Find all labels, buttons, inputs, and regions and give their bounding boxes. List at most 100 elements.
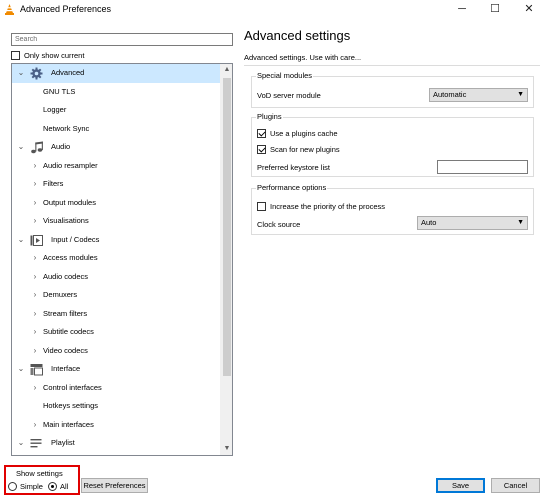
increase-priority-label: Increase the priority of the process: [270, 202, 386, 211]
tree-item-label: Input / Codecs: [51, 234, 100, 244]
tree-item-hotkeys-settings[interactable]: Hotkeys settings: [12, 397, 221, 416]
tree-item-label: Audio codecs: [43, 271, 89, 281]
tree-item-audio[interactable]: ⌄ Audio: [12, 138, 221, 157]
maximize-icon[interactable]: ☐: [478, 0, 512, 19]
tree-item-label: Filters: [43, 179, 64, 188]
tree-item-label: Audio resampler: [43, 160, 98, 170]
all-label: All: [60, 482, 69, 491]
tree-item-network-sync[interactable]: Network Sync: [12, 120, 221, 139]
expand-chevron-icon[interactable]: ›: [30, 286, 40, 305]
playlist-icon: [30, 437, 43, 450]
expand-chevron-icon[interactable]: ⌄: [16, 138, 26, 157]
plugins-group: Plugins Use a plugins cache Scan for new…: [251, 112, 534, 177]
clock-source-select[interactable]: Auto ▼: [417, 216, 528, 230]
tree-items: ⌄ Advanced GNU TLS Logger Network Sync ⌄ Audio…: [12, 64, 221, 453]
checkbox-box[interactable]: [257, 129, 266, 138]
simple-radio[interactable]: Simple: [8, 482, 43, 491]
radio-button[interactable]: [48, 482, 57, 491]
tree-item-logger[interactable]: Logger: [12, 101, 221, 120]
select-value: Automatic: [433, 90, 467, 99]
scroll-up-icon[interactable]: ▲: [221, 64, 232, 76]
cancel-button[interactable]: Cancel: [491, 478, 540, 493]
show-settings-title: Show settings: [16, 469, 63, 478]
minimize-icon[interactable]: ─: [445, 0, 479, 19]
tree-item-filters[interactable]: › Filters: [12, 175, 221, 194]
expand-chevron-icon[interactable]: ›: [30, 416, 40, 435]
page-title: Advanced settings: [244, 28, 351, 43]
checkbox-box[interactable]: [257, 202, 266, 211]
vod-server-module-select[interactable]: Automatic ▼: [429, 88, 528, 102]
tree-item-input-codecs[interactable]: ⌄ Input / Codecs: [12, 231, 221, 250]
expand-chevron-icon[interactable]: ›: [30, 268, 40, 287]
expand-chevron-icon[interactable]: ⌄: [16, 434, 26, 453]
tree-item-access-modules[interactable]: › Access modules: [12, 249, 221, 268]
tree-item-subtitle-codecs[interactable]: › Subtitle codecs: [12, 323, 221, 342]
expand-chevron-icon[interactable]: ›: [30, 212, 40, 231]
tree-item-label: Advanced: [51, 68, 85, 77]
only-show-current-checkbox[interactable]: Only show current: [11, 51, 84, 60]
expand-chevron-icon[interactable]: ›: [30, 175, 40, 194]
tree-item-label: Subtitle codecs: [43, 327, 94, 336]
tree-item-label: Stream filters: [43, 308, 88, 318]
tree-item-advanced[interactable]: ⌄ Advanced: [12, 64, 221, 83]
close-icon[interactable]: ✕: [512, 0, 546, 19]
checkbox-box[interactable]: [257, 145, 266, 154]
expand-chevron-icon[interactable]: ›: [30, 342, 40, 361]
preferred-keystore-input[interactable]: [437, 160, 528, 174]
tree-item-label: Demuxers: [43, 290, 78, 299]
increase-priority-checkbox[interactable]: Increase the priority of the process: [257, 202, 385, 211]
simple-label: Simple: [20, 482, 43, 491]
window-title: Advanced Preferences: [20, 4, 112, 14]
tree-item-label: Output modules: [43, 197, 96, 207]
expand-chevron-icon[interactable]: ⌄: [16, 360, 26, 379]
search-input[interactable]: [11, 33, 233, 46]
expand-chevron-icon[interactable]: ›: [30, 194, 40, 213]
tree-item-video-codecs[interactable]: › Video codecs: [12, 342, 221, 361]
vod-server-module-label: VoD server module: [257, 91, 321, 100]
expand-chevron-icon[interactable]: ›: [30, 157, 40, 176]
expand-chevron-icon[interactable]: ⌄: [16, 231, 26, 250]
tree-item-gnu-tls[interactable]: GNU TLS: [12, 83, 221, 102]
scrollbar-thumb[interactable]: [223, 78, 231, 376]
tree-item-label: Interface: [51, 364, 81, 373]
chevron-down-icon: ▼: [517, 219, 524, 226]
show-settings-group: Show settings Simple All: [4, 465, 80, 495]
expand-chevron-icon[interactable]: ›: [30, 249, 40, 268]
tree-item-visualisations[interactable]: › Visualisations: [12, 212, 221, 231]
tree-item-interface[interactable]: ⌄ Interface: [12, 360, 221, 379]
gear-icon: [30, 67, 43, 80]
tree-item-stream-filters[interactable]: › Stream filters: [12, 305, 221, 324]
tree-item-playlist[interactable]: ⌄ Playlist: [12, 434, 221, 453]
checkbox-box[interactable]: [11, 51, 20, 60]
all-radio[interactable]: All: [48, 482, 68, 491]
scroll-down-icon[interactable]: ▼: [221, 443, 232, 455]
tree-item-label: Network Sync: [43, 123, 90, 133]
tree-item-label: Control interfaces: [43, 382, 102, 392]
tree-item-label: GNU TLS: [43, 86, 76, 96]
tree-item-demuxers[interactable]: › Demuxers: [12, 286, 221, 305]
use-plugins-cache-checkbox[interactable]: Use a plugins cache: [257, 129, 338, 138]
tree-item-main-interfaces[interactable]: › Main interfaces: [12, 416, 221, 435]
save-button[interactable]: Save: [436, 478, 485, 493]
preferences-tree[interactable]: ⌄ Advanced GNU TLS Logger Network Sync ⌄ Audio…: [11, 63, 233, 456]
vlc-cone-icon: [5, 4, 14, 15]
expand-chevron-icon[interactable]: ⌄: [16, 64, 26, 83]
tree-item-audio-resampler[interactable]: › Audio resampler: [12, 157, 221, 176]
expand-chevron-icon[interactable]: ›: [30, 305, 40, 324]
tree-item-control-interfaces[interactable]: › Control interfaces: [12, 379, 221, 398]
performance-options-group: Performance options Increase the priorit…: [251, 183, 534, 235]
tree-item-label: Video codecs: [43, 345, 88, 355]
title-bar: Advanced Preferences ─ ☐ ✕: [0, 0, 547, 19]
reset-preferences-button[interactable]: Reset Preferences: [81, 478, 148, 493]
chevron-down-icon: ▼: [517, 91, 524, 98]
expand-chevron-icon[interactable]: ›: [30, 323, 40, 342]
tree-scrollbar[interactable]: ▲ ▼: [220, 64, 232, 455]
expand-chevron-icon[interactable]: ›: [30, 379, 40, 398]
special-modules-group: Special modules VoD server module Automa…: [251, 71, 534, 108]
tree-item-audio-codecs[interactable]: › Audio codecs: [12, 268, 221, 287]
scan-new-plugins-checkbox[interactable]: Scan for new plugins: [257, 145, 340, 154]
tree-item-output-modules[interactable]: › Output modules: [12, 194, 221, 213]
tree-item-label: Logger: [43, 105, 67, 114]
radio-button[interactable]: [8, 482, 17, 491]
group-title: Performance options: [256, 183, 328, 192]
